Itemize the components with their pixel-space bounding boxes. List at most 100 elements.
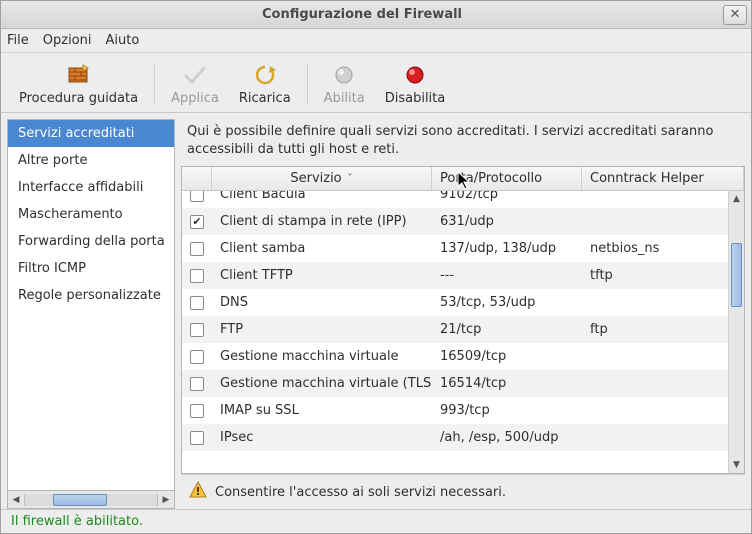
table-row[interactable]: DNS53/tcp, 53/udp	[182, 289, 728, 316]
sidebar-item-label: Filtro ICMP	[18, 261, 86, 276]
row-service-cell: Client samba	[212, 241, 432, 256]
checkbox[interactable]	[190, 404, 204, 418]
red-dot-icon	[401, 61, 429, 89]
row-checkbox-cell[interactable]	[182, 404, 212, 418]
row-checkbox-cell[interactable]	[182, 323, 212, 337]
scroll-left-arrow-icon[interactable]: ◀	[8, 491, 24, 508]
wizard-button[interactable]: Procedura guidata	[9, 61, 148, 106]
apply-label: Applica	[171, 91, 219, 106]
reload-label: Ricarica	[239, 91, 291, 106]
checkbox[interactable]	[190, 296, 204, 310]
row-port-cell: 53/tcp, 53/udp	[432, 295, 582, 310]
close-button[interactable]: ✕	[723, 5, 747, 25]
table-row[interactable]: IPsec/ah, /esp, 500/udp	[182, 424, 728, 451]
column-header-helper[interactable]: Conntrack Helper	[582, 167, 744, 190]
main-pane: Qui è possibile definire quali servizi s…	[181, 119, 745, 509]
row-service-cell: Client TFTP	[212, 268, 432, 283]
reload-button[interactable]: Ricarica	[229, 61, 301, 106]
row-checkbox-cell[interactable]	[182, 296, 212, 310]
firewall-config-window: Configurazione del Firewall ✕ File Opzio…	[0, 0, 752, 534]
sidebar-item-masquerading[interactable]: Mascheramento	[8, 201, 174, 228]
checkbox[interactable]	[190, 269, 204, 283]
checkbox[interactable]	[190, 377, 204, 391]
row-checkbox-cell[interactable]	[182, 269, 212, 283]
toolbar-separator	[307, 63, 308, 105]
sidebar-item-other-ports[interactable]: Altre porte	[8, 147, 174, 174]
sidebar-item-trusted-services[interactable]: Servizi accreditati	[8, 120, 174, 147]
checkbox[interactable]	[190, 242, 204, 256]
content-area: Servizi accreditati Altre porte Interfac…	[1, 113, 751, 509]
table-row[interactable]: FTP21/tcpftp	[182, 316, 728, 343]
table-header: Servizio ˅ Porta/Protocollo Conntrack He…	[182, 167, 744, 191]
sidebar-item-port-forwarding[interactable]: Forwarding della porta	[8, 228, 174, 255]
row-checkbox-cell[interactable]	[182, 215, 212, 229]
sidebar-horizontal-scrollbar[interactable]: ◀ ▶	[7, 491, 175, 509]
table-row[interactable]: Client samba137/udp, 138/udpnetbios_ns	[182, 235, 728, 262]
table-vertical-scrollbar[interactable]: ▲ ▼	[728, 191, 744, 473]
row-port-cell: 993/tcp	[432, 403, 582, 418]
scrollbar-track[interactable]	[729, 207, 744, 457]
sidebar-item-label: Mascheramento	[18, 207, 123, 222]
sidebar-container: Servizi accreditati Altre porte Interfac…	[7, 119, 175, 509]
menu-file[interactable]: File	[7, 33, 29, 48]
scroll-up-arrow-icon[interactable]: ▲	[729, 191, 744, 207]
row-service-cell: IPsec	[212, 430, 432, 445]
scrollbar-track[interactable]	[24, 494, 158, 506]
checkbox[interactable]	[190, 431, 204, 445]
row-checkbox-cell[interactable]	[182, 377, 212, 391]
toolbar-separator	[154, 63, 155, 105]
row-service-cell: FTP	[212, 322, 432, 337]
scrollbar-thumb[interactable]	[731, 243, 742, 307]
column-header-checkbox[interactable]	[182, 167, 212, 190]
apply-button: Applica	[161, 61, 229, 106]
warning-text: Consentire l'accesso ai soli servizi nec…	[215, 485, 506, 500]
sidebar-item-label: Forwarding della porta	[18, 234, 165, 249]
table-row[interactable]: IMAP su SSL993/tcp	[182, 397, 728, 424]
column-header-port[interactable]: Porta/Protocollo	[432, 167, 582, 190]
scroll-down-arrow-icon[interactable]: ▼	[729, 457, 744, 473]
menu-help[interactable]: Aiuto	[106, 33, 140, 48]
sidebar-item-label: Regole personalizzate	[18, 288, 161, 303]
row-checkbox-cell[interactable]	[182, 242, 212, 256]
column-header-label: Servizio	[290, 171, 341, 186]
menu-options[interactable]: Opzioni	[43, 33, 92, 48]
gray-dot-icon	[330, 61, 358, 89]
warning-triangle-icon	[189, 481, 207, 503]
row-port-cell: 137/udp, 138/udp	[432, 241, 582, 256]
disable-button[interactable]: Disabilita	[375, 61, 456, 106]
scroll-right-arrow-icon[interactable]: ▶	[158, 491, 174, 508]
close-icon: ✕	[730, 7, 741, 22]
table-row[interactable]: Gestione macchina virtuale16509/tcp	[182, 343, 728, 370]
checkbox[interactable]	[190, 323, 204, 337]
row-checkbox-cell[interactable]	[182, 191, 212, 202]
warning-bar: Consentire l'accesso ai soli servizi nec…	[181, 474, 745, 509]
checkbox[interactable]	[190, 350, 204, 364]
checkbox[interactable]	[190, 191, 204, 202]
row-checkbox-cell[interactable]	[182, 350, 212, 364]
sidebar-item-label: Servizi accreditati	[18, 126, 134, 141]
row-helper-cell: netbios_ns	[582, 241, 728, 256]
scrollbar-thumb[interactable]	[53, 494, 107, 506]
window-title: Configurazione del Firewall	[1, 7, 723, 22]
checkmark-icon	[181, 61, 209, 89]
row-service-cell: Gestione macchina virtuale	[212, 349, 432, 364]
row-service-cell: Gestione macchina virtuale (TLS)	[212, 376, 432, 391]
services-table: Servizio ˅ Porta/Protocollo Conntrack He…	[181, 166, 745, 474]
row-port-cell: ---	[432, 268, 582, 283]
row-checkbox-cell[interactable]	[182, 431, 212, 445]
row-port-cell: 9102/tcp	[432, 191, 582, 202]
menubar: File Opzioni Aiuto	[1, 29, 751, 53]
sidebar-item-trusted-interfaces[interactable]: Interfacce affidabili	[8, 174, 174, 201]
row-port-cell: 21/tcp	[432, 322, 582, 337]
reload-icon	[251, 61, 279, 89]
row-service-cell: IMAP su SSL	[212, 403, 432, 418]
table-row[interactable]: Gestione macchina virtuale (TLS)16514/tc…	[182, 370, 728, 397]
sidebar-item-custom-rules[interactable]: Regole personalizzate	[8, 282, 174, 309]
checkbox[interactable]	[190, 215, 204, 229]
sidebar-item-icmp-filter[interactable]: Filtro ICMP	[8, 255, 174, 282]
table-row[interactable]: Client di stampa in rete (IPP)631/udp	[182, 208, 728, 235]
column-header-service[interactable]: Servizio ˅	[212, 167, 432, 190]
table-row[interactable]: Client TFTP---tftp	[182, 262, 728, 289]
table-row[interactable]: Client Bacula9102/tcp	[182, 191, 728, 208]
row-port-cell: 631/udp	[432, 214, 582, 229]
